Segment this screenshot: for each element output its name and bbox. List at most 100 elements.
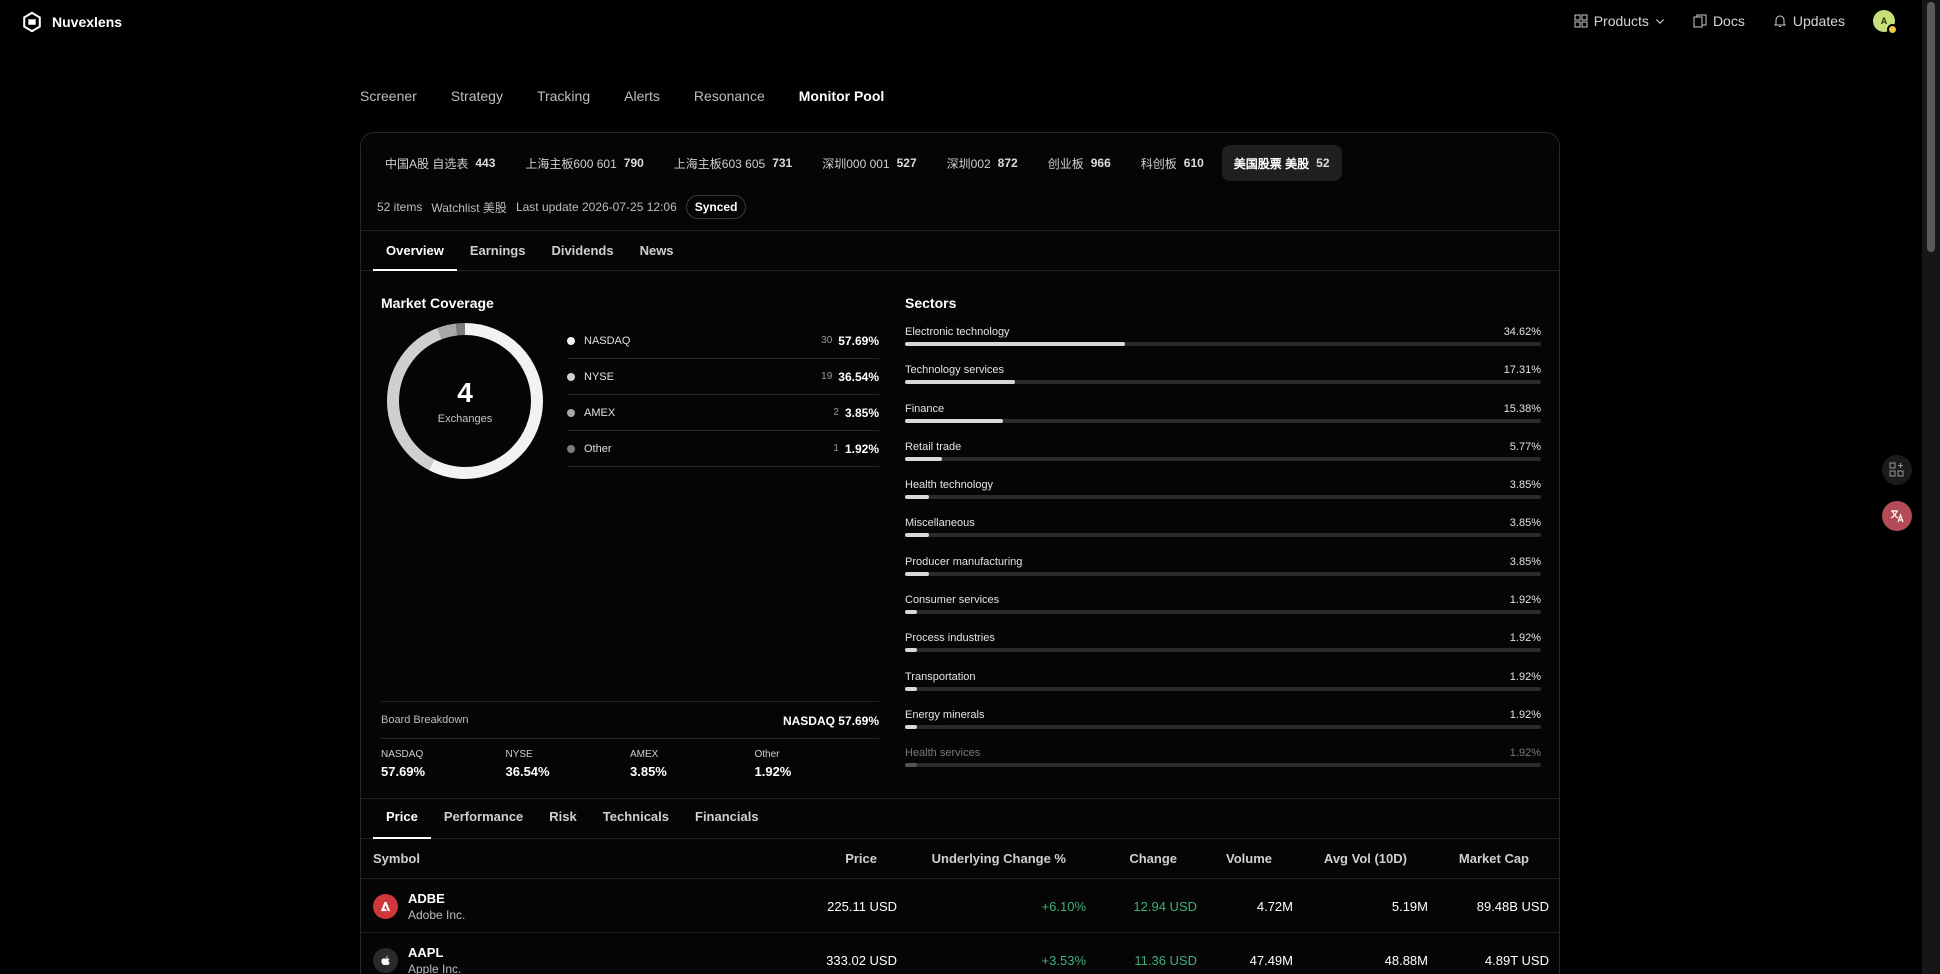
col-change[interactable]: Change [1129, 839, 1177, 879]
sector-bar-fill [905, 418, 1003, 423]
sector-bar-track [905, 571, 1541, 576]
apps-float-button[interactable] [1882, 455, 1912, 485]
pool-meta: 52 items Watchlist 美股 Last update 2026-0… [377, 195, 747, 219]
bell-icon [1773, 15, 1787, 27]
nav-tracking[interactable]: Tracking [537, 88, 590, 104]
tab-financials[interactable]: Financials [682, 799, 772, 838]
synced-badge: Synced [685, 195, 747, 219]
board-cell-amex: AMEX 3.85% [630, 738, 755, 779]
sector-list[interactable]: Electronic technology 34.62% Technology se… [905, 326, 1541, 786]
tab-technicals[interactable]: Technicals [590, 799, 682, 838]
col-market-cap[interactable]: Market Cap [1459, 839, 1529, 879]
grid-icon [1574, 14, 1588, 28]
exchange-dot [567, 372, 575, 381]
updates-link[interactable]: Updates [1773, 13, 1845, 29]
pool-tab-label: 上海主板603 605 [673, 156, 766, 171]
change-pct-cell: +3.53% [1041, 953, 1086, 968]
pool-tabs: 中国A股 自选表 443 上海主板600 601 790 上海主板603 605 73… [373, 145, 1342, 181]
translate-float-button[interactable] [1882, 501, 1912, 531]
page-scrollbar[interactable] [1922, 0, 1940, 974]
brand[interactable]: Nuvexlens [21, 11, 122, 33]
sector-bar-fill [905, 610, 918, 615]
nav-monitor-pool[interactable]: Monitor Pool [799, 88, 885, 104]
sector-bar-fill [905, 571, 930, 576]
sector-pct: 1.92% [1509, 594, 1541, 607]
pool-tab-count: 731 [772, 156, 793, 170]
sector-bar-track [905, 342, 1541, 346]
main-nav: Screener Strategy Tracking Alerts Resona… [360, 88, 884, 104]
pool-tab-sz-000-001[interactable]: 深圳000 001 527 [810, 145, 928, 181]
pool-tab-us-stocks[interactable]: 美国股票 美股 52 [1221, 145, 1342, 181]
docs-icon [1693, 14, 1707, 28]
col-avg-vol[interactable]: Avg Vol (10D) [1324, 839, 1407, 879]
sector-pct: 1.92% [1509, 747, 1541, 760]
pool-tab-label: 上海主板600 601 [525, 156, 617, 171]
sector-row: Retail trade 5.77% [905, 441, 1541, 479]
exchange-row-nyse: NYSE 19 36.54% [567, 359, 879, 395]
sector-bar-track [905, 610, 1541, 615]
pool-tab-sh-603-605[interactable]: 上海主板603 605 731 [662, 145, 804, 181]
products-label: Products [1593, 13, 1649, 29]
symbol-ticker: AAPL [408, 945, 444, 960]
sector-bar-track [905, 495, 1541, 500]
exchange-dot [567, 408, 575, 417]
nav-alerts[interactable]: Alerts [624, 88, 660, 104]
scrollbar-thumb[interactable] [1927, 2, 1935, 252]
exchange-count-label: Exchanges [437, 413, 493, 425]
sector-name: Transportation [905, 670, 976, 683]
exchange-list: NASDAQ 30 57.69% NYSE 19 36.54% AMEX 2 3… [567, 323, 879, 467]
sector-pct: 3.85% [1509, 555, 1541, 568]
board-breakdown-title: Board Breakdown [381, 714, 469, 726]
market-cap-cell: 4.89T USD [1484, 953, 1549, 968]
col-price[interactable]: Price [845, 839, 877, 879]
tab-overview[interactable]: Overview [373, 231, 457, 271]
top-nav: Products Docs Updates A [1546, 10, 1922, 35]
tab-news[interactable]: News [627, 231, 687, 270]
pool-tab-sh-600-601[interactable]: 上海主板600 601 790 [513, 145, 655, 181]
sector-row: Health technology 3.85% [905, 479, 1541, 517]
sector-bar-track [905, 533, 1541, 538]
pool-tab-star-market[interactable]: 科创板 610 [1129, 145, 1216, 181]
avatar[interactable]: A [1873, 10, 1898, 35]
brand-logo-icon [23, 11, 41, 33]
volume-cell: 4.72M [1256, 899, 1293, 914]
sector-bar-track [905, 380, 1541, 385]
nav-resonance[interactable]: Resonance [694, 88, 765, 104]
pool-tab-label: 美国股票 美股 [1233, 156, 1310, 171]
col-underlying-change[interactable]: Underlying Change % [932, 839, 1066, 879]
avg-vol-cell: 48.88M [1384, 953, 1428, 968]
watchlist-name: Watchlist 美股 [431, 200, 507, 215]
pool-tab-cn-a-watchlist[interactable]: 中国A股 自选表 443 [373, 145, 507, 181]
board-breakdown: Board Breakdown NASDAQ 57.69% NASDAQ 57.… [381, 701, 879, 779]
sector-bar-track [905, 456, 1541, 461]
pool-tab-chinext[interactable]: 创业板 966 [1036, 145, 1123, 181]
nav-screener[interactable]: Screener [360, 88, 417, 104]
sector-name: Health technology [905, 479, 994, 492]
tab-price[interactable]: Price [373, 799, 431, 839]
table-row[interactable]: ADBE Adobe Inc. 225.11 USD +6.10% 12.94 … [361, 880, 1559, 933]
col-symbol[interactable]: Symbol [373, 839, 420, 879]
tab-dividends[interactable]: Dividends [538, 231, 626, 270]
sector-bar-track [905, 763, 1541, 768]
pool-tab-count: 443 [475, 156, 496, 170]
docs-link[interactable]: Docs [1693, 13, 1745, 29]
pool-tab-sz-002[interactable]: 深圳002 872 [935, 145, 1030, 181]
tab-risk[interactable]: Risk [536, 799, 589, 838]
col-volume[interactable]: Volume [1226, 839, 1272, 879]
adobe-logo-icon [373, 894, 398, 919]
exchange-pct: 57.69% [838, 333, 879, 348]
nav-strategy[interactable]: Strategy [451, 88, 503, 104]
table-row[interactable]: AAPL Apple Inc. 333.02 USD +3.53% 11.36 … [361, 934, 1559, 974]
sector-pct: 1.92% [1509, 670, 1541, 683]
products-menu[interactable]: Products [1574, 13, 1665, 29]
sector-row: Transportation 1.92% [905, 671, 1541, 709]
tab-earnings[interactable]: Earnings [457, 231, 539, 270]
sector-pct: 5.77% [1509, 440, 1541, 453]
sector-bar-fill [905, 648, 918, 653]
exchange-pct: 36.54% [838, 369, 879, 384]
sector-pct: 3.85% [1509, 479, 1541, 492]
sector-bar-fill [905, 724, 918, 729]
tab-performance[interactable]: Performance [431, 799, 536, 838]
sector-bar-fill [905, 495, 930, 500]
board-cell-value: 1.92% [754, 764, 792, 779]
